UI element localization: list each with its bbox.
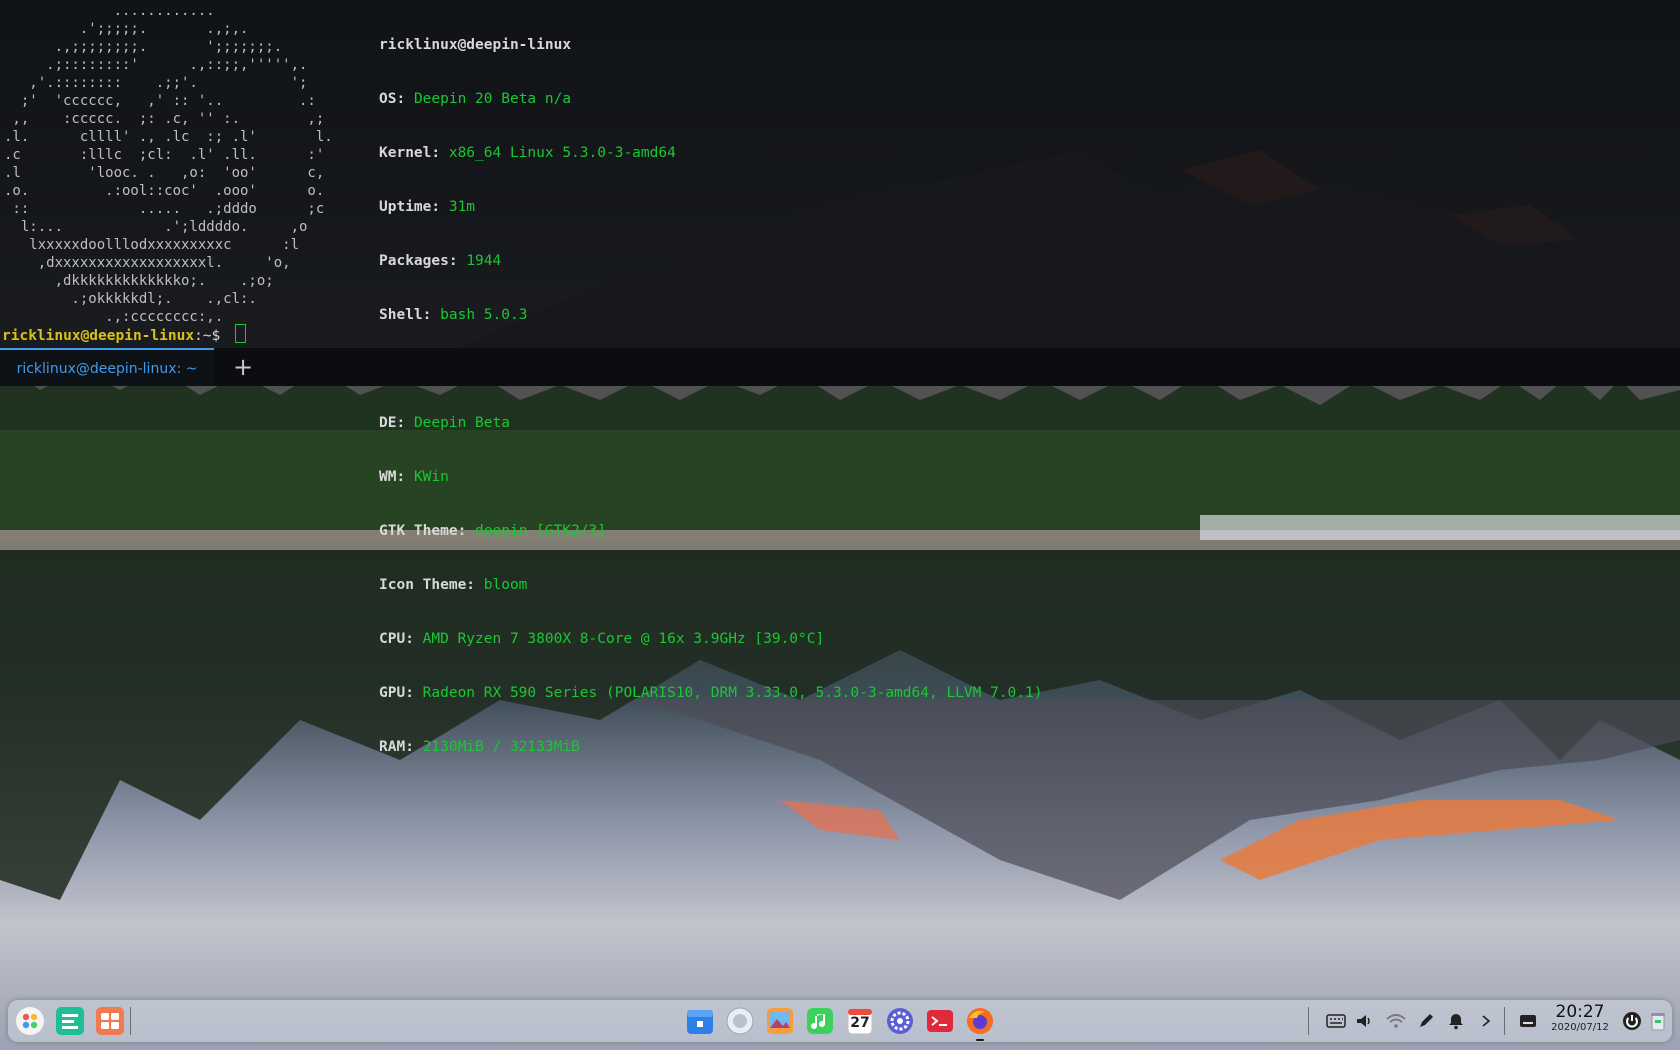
expand-tray-icon[interactable] bbox=[1474, 1009, 1498, 1033]
calendar-day: 27 bbox=[850, 1015, 870, 1031]
app-store-icon[interactable] bbox=[684, 1005, 716, 1037]
shell-prompt[interactable]: ricklinux@deepin-linux:~$ bbox=[2, 324, 246, 345]
fetch-row-gpu: GPU: Radeon RX 590 Series (POLARIS10, DR… bbox=[379, 685, 1043, 701]
terminal-output[interactable]: ............ .';;;;;. .,;,. .,;;;;;;;;. … bbox=[0, 0, 1680, 755]
tray-separator bbox=[1308, 1007, 1309, 1035]
dock: 27 20:27 2020/07/12 bbox=[8, 1000, 1672, 1042]
wifi-icon[interactable] bbox=[1384, 1009, 1408, 1033]
fetch-row-uptime: Uptime: 31m bbox=[379, 199, 476, 215]
fetch-row-shell: Shell: bash 5.0.3 bbox=[379, 307, 528, 323]
trash-icon[interactable] bbox=[1646, 1009, 1670, 1033]
clock-time: 20:27 bbox=[1555, 1002, 1605, 1022]
terminal-window[interactable]: ............ .';;;;;. .,;,. .,;;;;;;;;. … bbox=[0, 0, 1680, 755]
fetch-row-wm: WM: KWin bbox=[379, 469, 449, 485]
clock-date: 2020/07/12 bbox=[1551, 1022, 1609, 1033]
tray-separator-2 bbox=[1504, 1007, 1505, 1035]
browser-icon[interactable] bbox=[724, 1005, 756, 1037]
control-center-icon[interactable] bbox=[884, 1005, 916, 1037]
launcher-icon[interactable] bbox=[14, 1005, 46, 1037]
clock[interactable]: 20:27 2020/07/12 bbox=[1544, 1002, 1616, 1034]
fetch-row-icon-theme: Icon Theme: bloom bbox=[379, 577, 528, 593]
running-indicator bbox=[976, 1039, 984, 1041]
onboard-icon[interactable] bbox=[1516, 1009, 1540, 1033]
show-desktop-icon[interactable] bbox=[94, 1005, 126, 1037]
deepin-ascii-logo: ............ .';;;;;. .,;,. .,;;;;;;;;. … bbox=[4, 3, 333, 325]
add-tab-button[interactable]: + bbox=[228, 352, 258, 382]
dock-separator bbox=[130, 1007, 131, 1035]
image-viewer-icon[interactable] bbox=[764, 1005, 796, 1037]
fetch-row-os: OS: Deepin 20 Beta n/a bbox=[379, 91, 572, 107]
music-icon[interactable] bbox=[804, 1005, 836, 1037]
text-cursor bbox=[234, 324, 246, 343]
terminal-tab-bar: ricklinux@deepin-linux: ~ + bbox=[0, 348, 1680, 386]
fetch-row-gtk-theme: GTK Theme: deepin [GTK2/3] bbox=[379, 523, 606, 539]
fetch-row-ram: RAM: 2130MiB / 32133MiB bbox=[379, 739, 580, 755]
tab-terminal-session[interactable]: ricklinux@deepin-linux: ~ bbox=[0, 348, 214, 386]
fetch-row-de: DE: Deepin Beta bbox=[379, 415, 510, 431]
power-icon[interactable] bbox=[1620, 1009, 1644, 1033]
pen-icon[interactable] bbox=[1414, 1009, 1438, 1033]
keyboard-icon[interactable] bbox=[1324, 1009, 1348, 1033]
fetch-row-cpu: CPU: AMD Ryzen 7 3800X 8-Core @ 16x 3.9G… bbox=[379, 631, 825, 647]
fetch-userhost: ricklinux@deepin-linux bbox=[379, 37, 572, 53]
prompt-user: ricklinux@deepin-linux bbox=[2, 328, 195, 344]
notification-icon[interactable] bbox=[1444, 1009, 1468, 1033]
prompt-suffix: :~$ bbox=[194, 328, 229, 344]
firefox-icon[interactable] bbox=[964, 1005, 996, 1041]
fetch-row-kernel: Kernel: x86_64 Linux 5.3.0-3-amd64 bbox=[379, 145, 676, 161]
fetch-row-packages: Packages: 1944 bbox=[379, 253, 502, 269]
screenfetch-info: ricklinux@deepin-linux OS: Deepin 20 Bet… bbox=[379, 0, 1042, 792]
multitask-view-icon[interactable] bbox=[54, 1005, 86, 1037]
calendar-icon[interactable]: 27 bbox=[844, 1005, 876, 1037]
volume-icon[interactable] bbox=[1352, 1009, 1376, 1033]
terminal-icon[interactable] bbox=[924, 1005, 956, 1037]
